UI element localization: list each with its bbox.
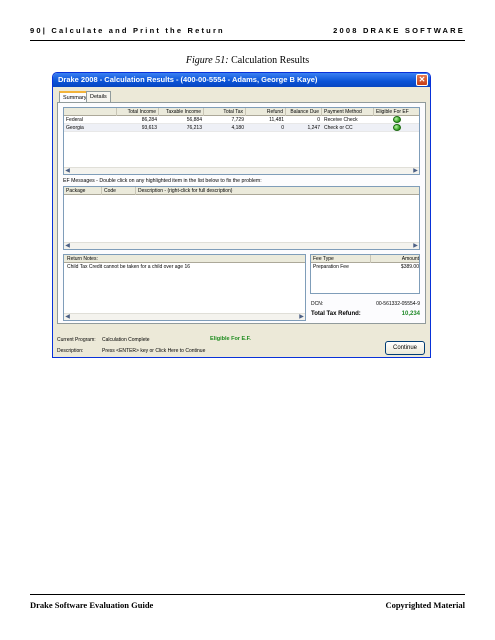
fee-amount: $389.00 — [400, 264, 419, 270]
col-header-name — [64, 108, 117, 116]
refund: 0 — [281, 125, 284, 131]
return-notes-header: Return Notes: — [64, 255, 305, 263]
dcn-label: DCN: — [311, 301, 324, 307]
total-income: 86,284 — [141, 117, 157, 123]
continue-button[interactable]: Continue — [385, 341, 425, 355]
col-header-eligible-ef[interactable]: Eligible For EF — [374, 108, 419, 116]
col-header-package[interactable]: Package — [64, 187, 102, 195]
footer-right: Copyrighted Material — [385, 600, 465, 610]
calculation-results-window: Drake 2008 - Calculation Results - (400-… — [52, 72, 431, 358]
return-note-line: Child Tax Credit cannot be taken for a c… — [67, 264, 191, 270]
footer-rule — [30, 594, 465, 595]
description-label: Description: — [57, 348, 84, 354]
row-name: Federal — [66, 117, 83, 123]
green-light-icon — [393, 124, 401, 131]
summary-grid: Total Income Taxable Income Total Tax Re… — [63, 107, 420, 175]
fees-grid: Fee Type Amount Preparation Fee $389.00 — [310, 254, 420, 294]
summary-row-georgia[interactable]: Georgia 93,613 76,213 4,180 0 1,247 Chec… — [64, 124, 419, 132]
close-icon: ✕ — [418, 75, 426, 84]
return-notes-box: Return Notes: Child Tax Credit cannot be… — [63, 254, 306, 321]
col-header-balance-due[interactable]: Balance Due — [286, 108, 322, 116]
notes-hscrollbar[interactable]: ◀ ▶ — [64, 313, 305, 320]
total-tax: 4,180 — [231, 125, 244, 131]
scroll-left-icon[interactable]: ◀ — [64, 168, 71, 174]
scroll-right-icon[interactable]: ▶ — [412, 243, 419, 249]
eligible-ef-status: Eligible For E.F. — [210, 336, 251, 342]
current-program-value: Calculation Complete — [102, 337, 150, 343]
footer-left: Drake Software Evaluation Guide — [30, 600, 154, 610]
ef-messages-label: EF Messages - Double click on any highli… — [63, 178, 262, 184]
col-header-refund[interactable]: Refund — [246, 108, 286, 116]
page-header-right: 2008 DRAKE SOFTWARE — [333, 26, 465, 35]
scroll-left-icon[interactable]: ◀ — [64, 243, 71, 249]
tab-details[interactable]: Details — [86, 91, 111, 102]
summary-hscrollbar[interactable]: ◀ ▶ — [64, 167, 419, 174]
scroll-left-icon[interactable]: ◀ — [64, 314, 71, 320]
window-titlebar[interactable]: Drake 2008 - Calculation Results - (400-… — [53, 73, 430, 87]
ef-messages-grid: Package Code Description - (right-click … — [63, 186, 420, 250]
taxable-income: 76,213 — [186, 125, 202, 131]
row-name: Georgia — [66, 125, 84, 131]
col-header-total-tax[interactable]: Total Tax — [204, 108, 246, 116]
taxable-income: 56,884 — [186, 117, 202, 123]
col-header-payment-method[interactable]: Payment Method — [322, 108, 374, 116]
scroll-right-icon[interactable]: ▶ — [412, 168, 419, 174]
page-header: 90| Calculate and Print the Return 2008 … — [30, 26, 465, 38]
fee-row[interactable]: Preparation Fee $389.00 — [311, 263, 419, 271]
total-refund-label: Total Tax Refund: — [311, 311, 361, 317]
total-income: 93,613 — [141, 125, 157, 131]
summary-panel: Total Income Taxable Income Total Tax Re… — [57, 102, 426, 324]
payment-method: Check or CC — [324, 125, 353, 131]
col-header-description[interactable]: Description - (right-click for full desc… — [136, 187, 419, 195]
caption-label: Figure 51: — [185, 55, 229, 66]
col-header-amount[interactable]: Amount — [371, 255, 419, 263]
col-header-total-income[interactable]: Total Income — [117, 108, 159, 116]
ef-grid-header: Package Code Description - (right-click … — [64, 187, 419, 195]
scroll-right-icon[interactable]: ▶ — [298, 314, 305, 320]
fee-type: Preparation Fee — [313, 264, 349, 270]
balance-due: 0 — [317, 117, 320, 123]
window-title: Drake 2008 - Calculation Results - (400-… — [58, 75, 318, 84]
col-header-taxable-income[interactable]: Taxable Income — [159, 108, 204, 116]
summary-row-federal[interactable]: Federal 86,284 56,884 7,729 11,481 0 Rec… — [64, 116, 419, 124]
description-value[interactable]: Press <ENTER> key or Click Here to Conti… — [102, 348, 205, 354]
total-tax: 7,729 — [231, 117, 244, 123]
ef-hscrollbar[interactable]: ◀ ▶ — [64, 242, 419, 249]
fees-grid-header: Fee Type Amount — [311, 255, 419, 263]
payment-method: Receive Check — [324, 117, 358, 123]
col-header-code[interactable]: Code — [102, 187, 136, 195]
refund: 11,481 — [269, 117, 284, 123]
summary-grid-header: Total Income Taxable Income Total Tax Re… — [64, 108, 419, 116]
header-rule — [30, 40, 465, 41]
current-program-label: Current Program: — [57, 337, 96, 343]
balance-due: 1,247 — [307, 125, 320, 131]
close-button[interactable]: ✕ — [416, 74, 428, 86]
green-light-icon — [393, 116, 401, 123]
page-header-left: 90| Calculate and Print the Return — [30, 26, 225, 35]
total-refund-value: 10,234 — [401, 311, 420, 317]
figure-caption: Figure 51: Calculation Results — [0, 55, 495, 66]
dcn-value: 00-561332-05554-9 — [376, 301, 420, 307]
col-header-fee-type[interactable]: Fee Type — [311, 255, 371, 263]
caption-text: Calculation Results — [228, 55, 310, 66]
